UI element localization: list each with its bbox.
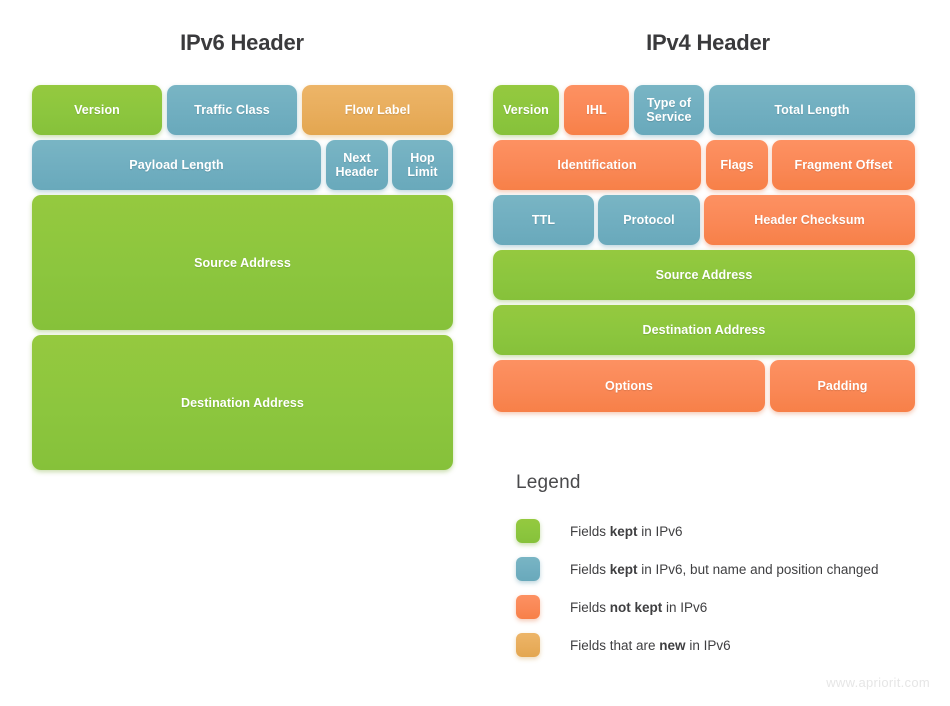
legend: Legend Fields kept in IPv6 Fields kept in…	[516, 472, 936, 664]
field-label: Flags	[720, 158, 754, 172]
field-label: Flow Label	[344, 103, 411, 117]
field-label: IHL	[586, 103, 607, 117]
field-source-address: Source Address	[32, 195, 453, 330]
field-type-of-service: Type of Service	[634, 85, 704, 135]
legend-text-pre: Fields that are	[570, 637, 660, 653]
field-label: Type of Service	[646, 96, 692, 124]
field-header-checksum: Header Checksum	[704, 195, 915, 245]
field-label: Identification	[557, 158, 637, 172]
legend-item-label: Fields not kept in IPv6	[570, 600, 707, 615]
field-label: Version	[74, 103, 120, 117]
legend-text-post: in IPv6	[637, 523, 683, 539]
field-flow-label: Flow Label	[302, 85, 453, 135]
field-padding: Padding	[770, 360, 915, 412]
field-fragment-offset: Fragment Offset	[772, 140, 915, 190]
legend-swatch-gold	[516, 633, 540, 657]
legend-rows: Fields kept in IPv6 Fields kept in IPv6, …	[516, 512, 936, 664]
legend-text-post: in IPv6, but name and position changed	[637, 561, 879, 577]
field-label: Source Address	[655, 268, 753, 282]
field-version: Version	[32, 85, 162, 135]
legend-text-pre: Fields	[570, 561, 610, 577]
legend-text-emphasis: not kept	[609, 599, 663, 615]
legend-item-kept: Fields kept in IPv6, but name and positi…	[516, 550, 936, 588]
legend-text-emphasis: kept	[609, 523, 638, 539]
field-label: TTL	[531, 213, 556, 227]
field-ihl: IHL	[564, 85, 629, 135]
field-payload-length: Payload Length	[32, 140, 321, 190]
legend-text-post: in IPv6	[685, 637, 731, 653]
field-hop-limit: Hop Limit	[392, 140, 453, 190]
field-protocol: Protocol	[598, 195, 700, 245]
legend-text-pre: Fields	[570, 523, 610, 539]
field-next-header: Next Header	[326, 140, 388, 190]
field-label: Destination Address	[642, 323, 766, 337]
legend-item-not-kept: Fields not kept in IPv6	[516, 588, 936, 626]
legend-swatch-green	[516, 519, 540, 543]
field-label: Version	[503, 103, 549, 117]
field-label: Options	[605, 379, 653, 393]
field-destination-address: Destination Address	[32, 335, 453, 470]
legend-item-kept: Fields kept in IPv6	[516, 512, 936, 550]
field-destination-address: Destination Address	[493, 305, 915, 355]
legend-item-label: Fields that are new in IPv6	[570, 638, 731, 653]
field-label: Destination Address	[181, 395, 304, 410]
field-label: Hop Limit	[407, 151, 438, 179]
diagram-canvas: IPv6 Header IPv4 Header Version Traffic C…	[0, 0, 950, 706]
legend-item-new: Fields that are new in IPv6	[516, 626, 936, 664]
field-label: Traffic Class	[194, 103, 270, 117]
ipv4-header-title: IPv4 Header	[646, 30, 770, 55]
field-version: Version	[493, 85, 559, 135]
field-label: Source Address	[194, 255, 291, 270]
field-label: Protocol	[623, 213, 675, 227]
field-ttl: TTL	[493, 195, 594, 245]
field-total-length: Total Length	[709, 85, 915, 135]
legend-text-pre: Fields	[570, 599, 610, 615]
field-label: Header Checksum	[754, 213, 865, 227]
field-options: Options	[493, 360, 765, 412]
field-label: Padding	[817, 379, 868, 393]
legend-item-label: Fields kept in IPv6	[570, 524, 683, 539]
legend-title: Legend	[516, 472, 581, 493]
legend-text-emphasis: kept	[609, 561, 638, 577]
legend-item-label: Fields kept in IPv6, but name and positi…	[570, 562, 878, 577]
legend-swatch-orange	[516, 595, 540, 619]
field-label: Payload Length	[129, 158, 224, 172]
legend-text-post: in IPv6	[662, 599, 708, 615]
field-source-address: Source Address	[493, 250, 915, 300]
legend-swatch-blue	[516, 557, 540, 581]
field-label: Total Length	[774, 103, 850, 117]
field-label: Next Header	[335, 151, 379, 179]
legend-text-emphasis: new	[659, 637, 686, 653]
ipv6-header-title: IPv6 Header	[180, 30, 304, 55]
field-identification: Identification	[493, 140, 701, 190]
field-label: Fragment Offset	[794, 158, 893, 172]
field-traffic-class: Traffic Class	[167, 85, 297, 135]
watermark: www.apriorit.com	[826, 675, 930, 690]
field-flags: Flags	[706, 140, 768, 190]
